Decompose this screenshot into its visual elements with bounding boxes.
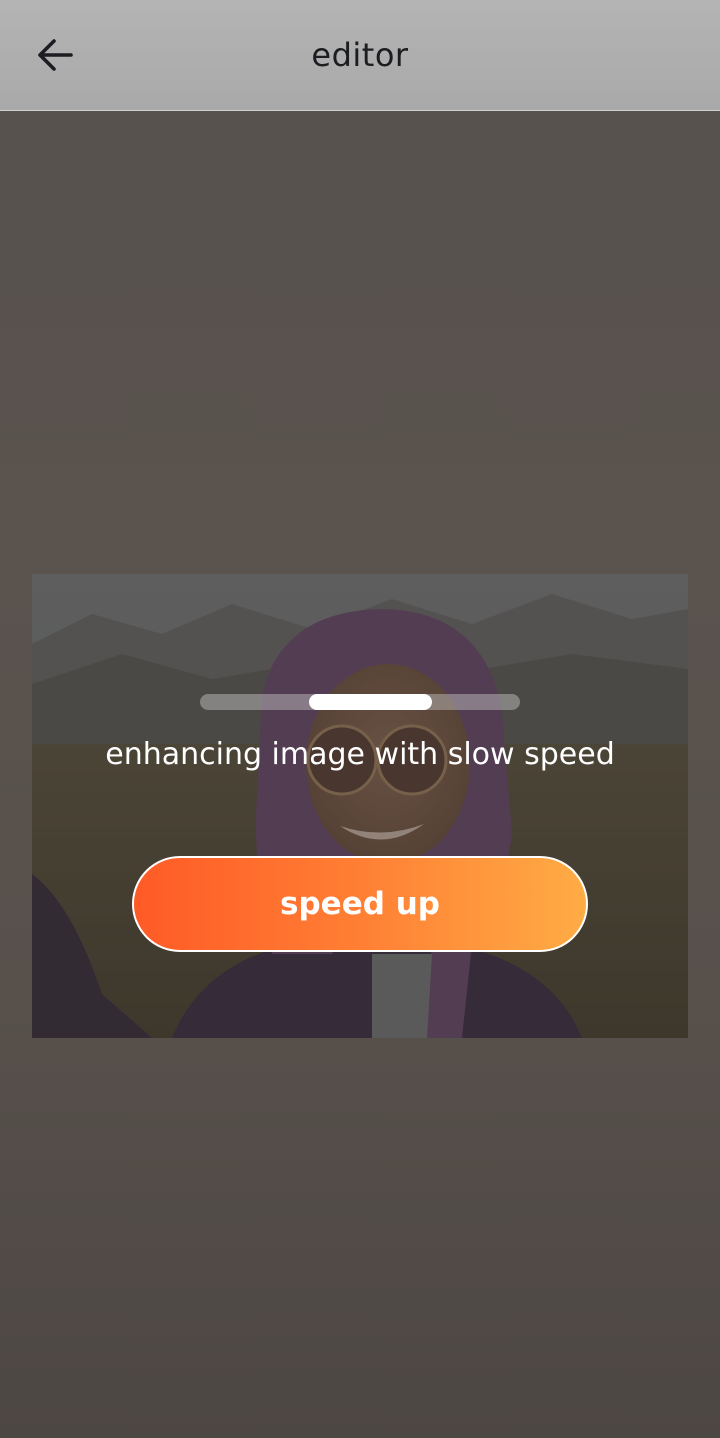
back-button[interactable] bbox=[22, 22, 88, 88]
speed-up-button[interactable]: speed up bbox=[132, 856, 588, 952]
arrow-left-icon bbox=[38, 39, 73, 71]
page-title: editor bbox=[311, 36, 409, 74]
progress-bar bbox=[200, 694, 520, 710]
photo-preview bbox=[32, 574, 688, 1038]
app-bar: editor bbox=[0, 0, 720, 111]
photo-image bbox=[32, 574, 688, 1038]
enhancing-status-text: enhancing image with slow speed bbox=[105, 737, 615, 772]
progress-indicator bbox=[309, 694, 432, 710]
